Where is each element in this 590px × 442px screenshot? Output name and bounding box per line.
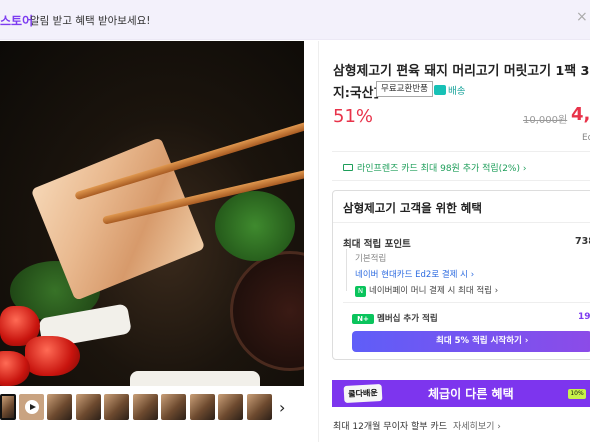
- thumbnail[interactable]: [76, 394, 101, 420]
- card-promo-text: 라인프렌즈 카드 최대 98원 추가 적립(2%) ›: [357, 164, 527, 174]
- shipping-badge-label: 배송: [448, 86, 466, 97]
- chevron-right-icon[interactable]: ›: [279, 398, 285, 417]
- membership-label-text: 멤버십 추가 적립: [377, 314, 438, 324]
- credit-card-icon: [343, 164, 353, 171]
- thumbnail[interactable]: [47, 394, 72, 420]
- thumbnail[interactable]: [161, 394, 186, 420]
- divider: [332, 180, 590, 181]
- shipping-badge: 배송: [434, 83, 465, 97]
- thumbnail[interactable]: [104, 394, 129, 420]
- store-brand-label: 스토어: [0, 14, 34, 28]
- start-points-button[interactable]: 최대 5% 적립 시작하기 ›: [352, 331, 590, 352]
- close-icon[interactable]: ×: [576, 9, 588, 25]
- plate-shape: [130, 371, 260, 386]
- installment-info: 최대 12개월 무이자 할부 카드 자세히보기 ›: [333, 419, 501, 432]
- card-promo-link[interactable]: 라인프렌즈 카드 최대 98원 추가 적립(2%) ›: [343, 161, 526, 174]
- original-price: 10,000원: [523, 115, 568, 126]
- notification-message[interactable]: 알림 받고 혜택 받아보세요!: [30, 13, 150, 28]
- naver-card-link[interactable]: 네이버 현대카드 Ed2로 결제 시 ›: [355, 268, 474, 280]
- membership-points-label: N+ 멤버십 추가 적립: [352, 312, 438, 324]
- banner-tag: 10%: [568, 389, 586, 399]
- thumbnail[interactable]: [190, 394, 215, 420]
- max-points-label: 최대 적립 포인트: [343, 239, 411, 250]
- start-points-button-label: 최대 5% 적립 시작하기 ›: [436, 336, 529, 346]
- promo-banner[interactable]: 쿨다배운 체급이 다른 혜택 10%: [332, 380, 590, 407]
- ed2-label: Ed2: [582, 133, 590, 143]
- product-title: 삼형제고기 편육 돼지 머리고기 머릿고기 1팩 300g: [333, 64, 590, 79]
- basic-points-label: 기본적립: [355, 254, 387, 264]
- benefit-title: 삼형제고기 고객을 위한 혜택: [343, 201, 482, 215]
- installment-more-link[interactable]: 자세히보기 ›: [453, 422, 501, 432]
- red-pepper-shape: [25, 336, 80, 376]
- divider: [333, 222, 590, 223]
- naverpay-text: 네이버페이 머니 결제 시 최대 적립 ›: [369, 286, 499, 296]
- tree-line: [346, 249, 347, 291]
- membership-icon: N+: [352, 314, 374, 324]
- banner-text: 체급이 다른 혜택: [428, 387, 514, 401]
- sale-price: 4,9: [571, 104, 590, 125]
- divider: [318, 41, 319, 442]
- notification-bar: 스토어 알림 받고 혜택 받아보세요! ×: [0, 0, 590, 40]
- free-return-badge: 무료교환반품: [376, 81, 433, 97]
- thumbnail[interactable]: [218, 394, 243, 420]
- play-icon: [25, 400, 39, 414]
- divider: [343, 302, 590, 303]
- product-main-image[interactable]: [0, 41, 304, 386]
- video-thumbnail[interactable]: [19, 394, 44, 420]
- naverpay-link[interactable]: N 네이버페이 머니 결제 시 최대 적립 ›: [355, 284, 498, 297]
- divider: [332, 151, 590, 152]
- thumbnail-strip: ›: [0, 394, 304, 422]
- truck-icon: [434, 85, 446, 95]
- installment-text: 최대 12개월 무이자 할부 카드: [333, 422, 447, 432]
- discount-rate: 51%: [333, 106, 374, 127]
- max-points-value: 738: [575, 236, 590, 247]
- naverpay-icon: N: [355, 286, 366, 297]
- thumbnail[interactable]: [0, 394, 16, 420]
- membership-points-value: 19: [578, 312, 590, 322]
- leaf-shape: [215, 191, 295, 261]
- bowl-shape: [230, 251, 304, 371]
- thumbnail[interactable]: [247, 394, 272, 420]
- banner-logo: 쿨다배운: [343, 384, 383, 403]
- product-title-line2: 지:국산]: [333, 86, 380, 101]
- thumbnail[interactable]: [133, 394, 158, 420]
